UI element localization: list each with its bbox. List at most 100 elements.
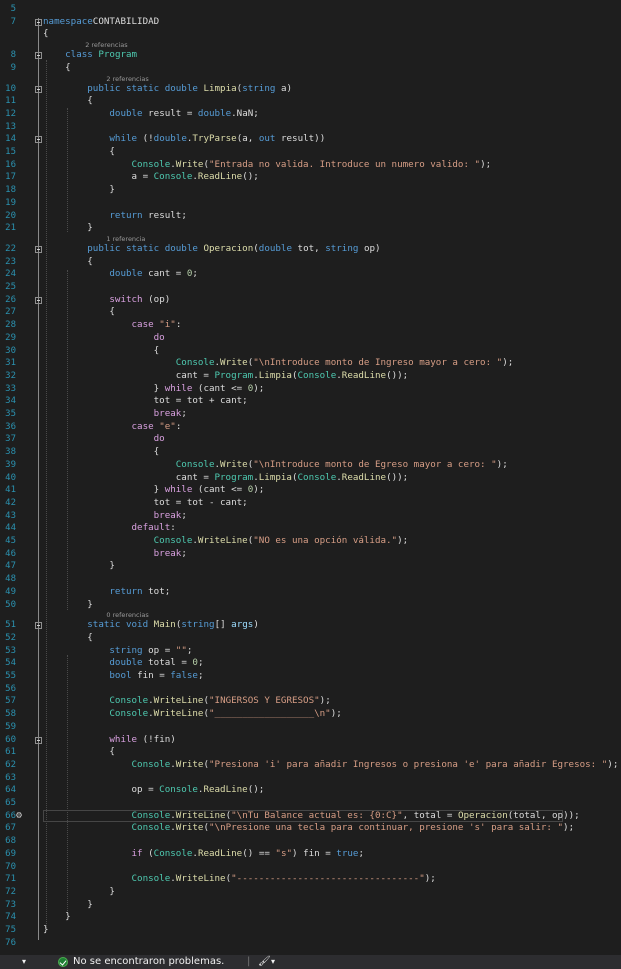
code-line[interactable]: 66 Console.WriteLine("\nTu Balance actua… — [0, 809, 621, 823]
code-line[interactable]: 17 a = Console.ReadLine(); — [0, 171, 621, 184]
code-line[interactable]: 22 public static double Operacion(double… — [0, 243, 621, 256]
code-line[interactable]: 50 } — [0, 599, 621, 612]
code-line[interactable]: 52 { — [0, 632, 621, 645]
code-token: Console — [175, 458, 215, 470]
code-line[interactable]: 35 break; — [0, 408, 621, 421]
codelens-label[interactable]: 0 referencias — [106, 611, 148, 619]
code-token: { — [43, 631, 93, 643]
code-line[interactable]: 72 } — [0, 886, 621, 899]
collapse-icon[interactable] — [35, 136, 42, 144]
collapse-icon[interactable] — [35, 85, 42, 93]
code-line[interactable]: 49 return tot; — [0, 586, 621, 599]
code-line[interactable]: 44 default: — [0, 522, 621, 535]
code-line[interactable]: 60 while (!fin) — [0, 734, 621, 747]
collapse-icon[interactable] — [35, 52, 42, 60]
codelens-references[interactable]: 2 referencias — [0, 75, 621, 83]
brush-icon[interactable]: 🖌 — [258, 955, 271, 969]
code-editor[interactable]: 5 7 namespaceCONTABILIDAD{2 referencias 8 c… — [0, 0, 621, 955]
code-line[interactable]: 29 do — [0, 332, 621, 345]
code-line[interactable]: 74 } — [0, 911, 621, 924]
code-line[interactable]: 73 } — [0, 899, 621, 912]
code-line[interactable]: 59 — [0, 721, 621, 734]
code-line[interactable]: 57 Console.WriteLine("INGERSOS Y EGRESOS… — [0, 695, 621, 708]
code-line[interactable]: 47 } — [0, 560, 621, 573]
code-line[interactable]: 26 switch (op) — [0, 294, 621, 307]
code-line[interactable]: 51 static void Main(string[] args) — [0, 619, 621, 632]
code-line[interactable]: 18 } — [0, 184, 621, 197]
code-line[interactable]: 20 return result; — [0, 210, 621, 223]
codelens-label[interactable]: 2 referencias — [106, 75, 148, 83]
collapse-icon[interactable] — [35, 245, 42, 253]
code-line[interactable]: 36 case "e": — [0, 421, 621, 434]
code-line[interactable]: 56 — [0, 683, 621, 696]
code-line[interactable]: 21 } — [0, 222, 621, 235]
code-line[interactable]: 32 cant = Program.Limpia(Console.ReadLin… — [0, 370, 621, 383]
code-line[interactable]: 61 { — [0, 746, 621, 759]
code-line[interactable]: 65 — [0, 797, 621, 810]
code-line[interactable]: 12 double result = double.NaN; — [0, 108, 621, 121]
code-line[interactable]: 33 } while (cant <= 0); — [0, 383, 621, 396]
codelens-references[interactable]: 2 referencias — [0, 41, 621, 49]
code-line[interactable]: 13 — [0, 121, 621, 134]
status-dropdown-icon[interactable]: ▾ — [22, 955, 26, 969]
code-line[interactable]: 8 class Program — [0, 49, 621, 62]
code-line[interactable]: 46 break; — [0, 548, 621, 561]
codelens-references[interactable]: 0 referencias — [0, 611, 621, 619]
code-line[interactable]: 43 break; — [0, 510, 621, 523]
code-line[interactable]: 63 — [0, 772, 621, 785]
collapse-icon[interactable] — [35, 622, 42, 630]
code-line[interactable]: 38 { — [0, 446, 621, 459]
code-line[interactable]: 40 cant = Program.Limpia(Console.ReadLin… — [0, 472, 621, 485]
code-line[interactable]: 23 { — [0, 256, 621, 269]
code-line[interactable]: 71 Console.WriteLine("------------------… — [0, 873, 621, 886]
code-line[interactable]: { — [0, 28, 621, 41]
check-circle-icon[interactable] — [58, 957, 68, 967]
code-line[interactable]: 5 — [0, 3, 621, 16]
code-line[interactable]: 48 — [0, 573, 621, 586]
code-line[interactable]: 37 do — [0, 433, 621, 446]
code-line[interactable]: 7 namespaceCONTABILIDAD — [0, 16, 621, 29]
code-line[interactable]: 68 — [0, 835, 621, 848]
code-line[interactable]: 28 case "i": — [0, 319, 621, 332]
code-line[interactable]: 27 { — [0, 306, 621, 319]
code-line[interactable]: 55 bool fin = false; — [0, 670, 621, 683]
code-line[interactable]: 67 Console.Write("\nPresione una tecla p… — [0, 822, 621, 835]
collapse-icon[interactable] — [35, 18, 42, 26]
codelens-label[interactable]: 2 referencias — [85, 41, 127, 49]
code-line[interactable]: 75} — [0, 924, 621, 937]
collapse-icon[interactable] — [35, 296, 42, 304]
brush-dropdown-icon[interactable]: ▾ — [271, 955, 275, 969]
code-line[interactable]: 31 Console.Write("\nIntroduce monto de I… — [0, 357, 621, 370]
code-line[interactable]: 62 Console.Write("Presiona 'i' para añad… — [0, 759, 621, 772]
code-line[interactable]: 24 double cant = 0; — [0, 268, 621, 281]
code-line[interactable]: 70 — [0, 861, 621, 874]
code-line[interactable]: 64 op = Console.ReadLine(); — [0, 784, 621, 797]
code-line[interactable]: 11 { — [0, 95, 621, 108]
line-number: 38 — [5, 447, 16, 458]
code-line[interactable]: 58 Console.WriteLine("__________________… — [0, 708, 621, 721]
code-line[interactable]: 10 public static double Limpia(string a) — [0, 83, 621, 96]
collapse-icon[interactable] — [35, 736, 42, 744]
code-line[interactable]: 39 Console.Write("\nIntroduce monto de E… — [0, 459, 621, 472]
code-line[interactable]: 14 while (!double.TryParse(a, out result… — [0, 133, 621, 146]
code-line[interactable]: 54 double total = 0; — [0, 657, 621, 670]
code-token: break — [153, 509, 182, 521]
code-line[interactable]: 9 { — [0, 62, 621, 75]
code-token: Write — [175, 822, 204, 834]
codelens-references[interactable]: 1 referencia — [0, 235, 621, 243]
code-line[interactable]: 15 { — [0, 146, 621, 159]
code-line[interactable]: 30 { — [0, 345, 621, 358]
code-line[interactable]: 16 Console.Write("Entrada no valida. Int… — [0, 159, 621, 172]
code-line[interactable]: 25 — [0, 281, 621, 294]
code-line[interactable]: 34 tot = tot + cant; — [0, 395, 621, 408]
code-line[interactable]: 41 } while (cant <= 0); — [0, 484, 621, 497]
code-line[interactable]: 19 — [0, 197, 621, 210]
codelens-label[interactable]: 1 referencia — [106, 235, 145, 243]
code-line[interactable]: 45 Console.WriteLine("NO es una opción v… — [0, 535, 621, 548]
code-line[interactable]: 53 string op = ""; — [0, 645, 621, 658]
code-line[interactable]: 76 — [0, 937, 621, 950]
code-line[interactable]: 42 tot = tot - cant; — [0, 497, 621, 510]
status-message[interactable]: No se encontraron problemas. — [73, 955, 224, 969]
quick-actions-icon[interactable]: ⚙ — [16, 810, 28, 822]
code-line[interactable]: 69 if (Console.ReadLine() == "s") fin = … — [0, 848, 621, 861]
